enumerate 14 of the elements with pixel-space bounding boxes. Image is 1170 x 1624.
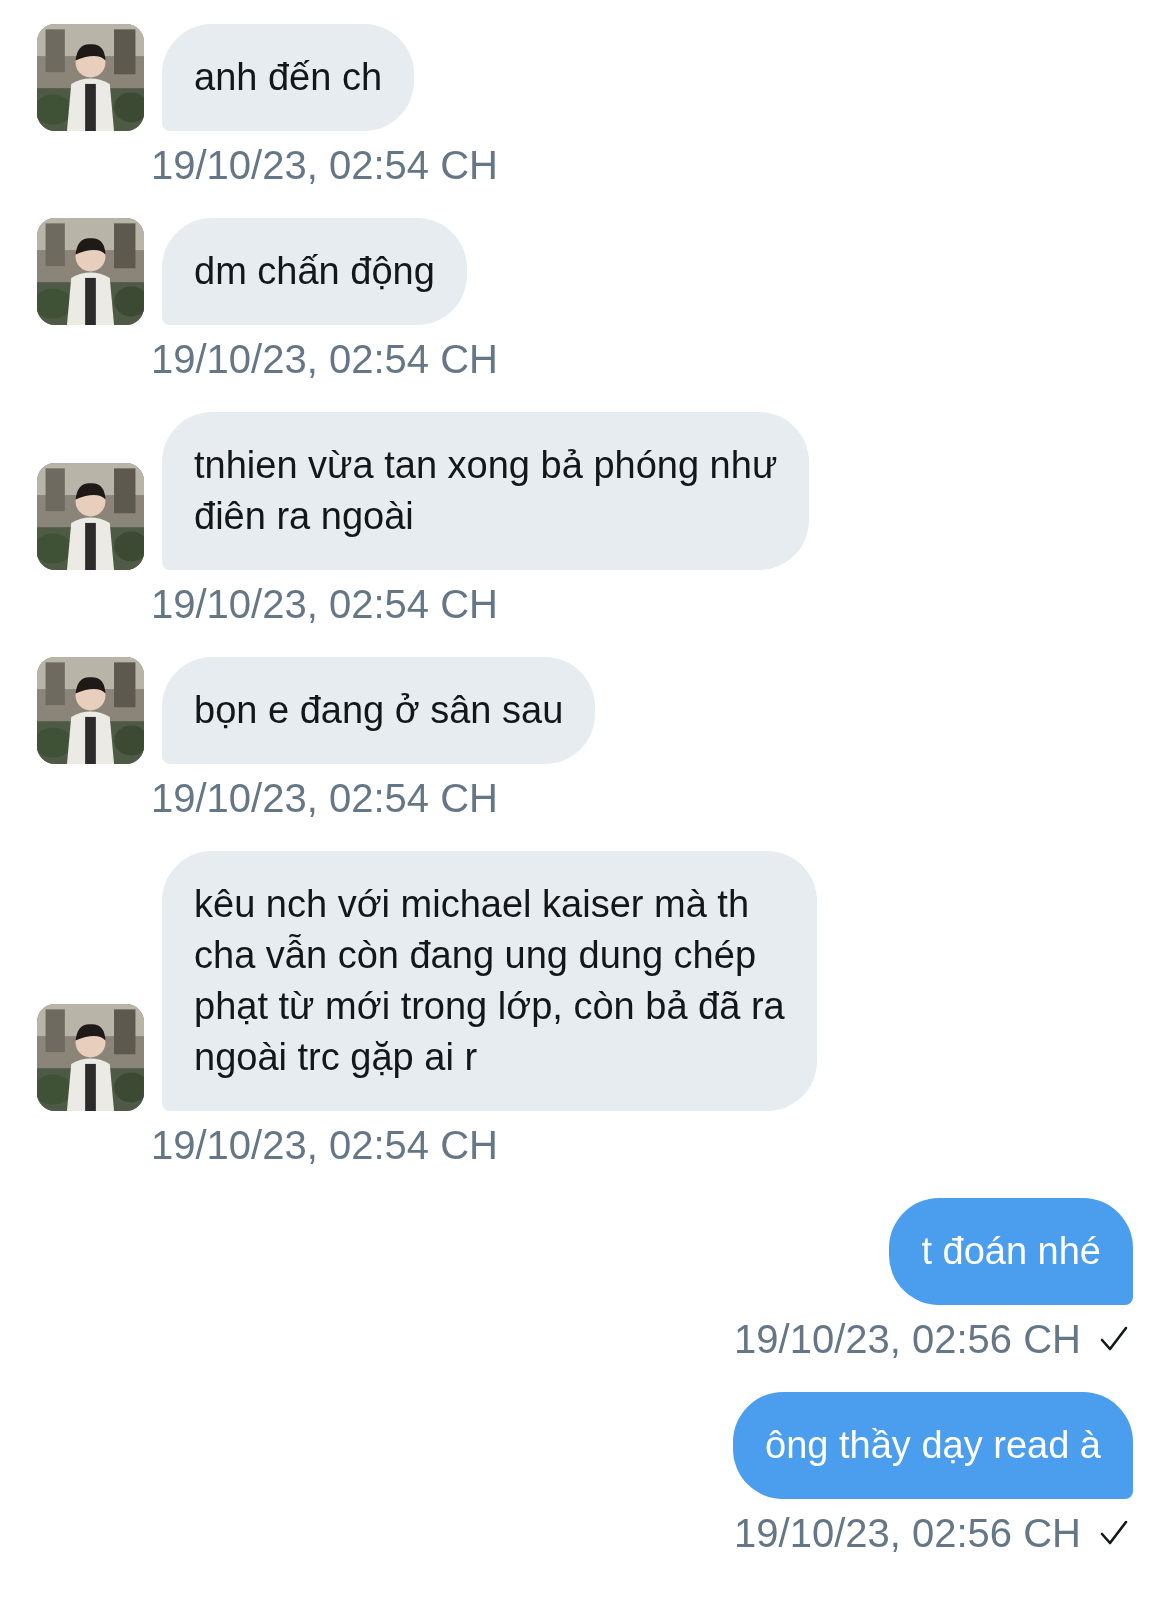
received-message-bubble: dm chấn động [162, 218, 467, 325]
timestamp: 19/10/23, 02:54 CH [151, 1122, 498, 1168]
timestamp: 19/10/23, 02:56 CH [734, 1510, 1081, 1556]
timestamp: 19/10/23, 02:56 CH [734, 1316, 1081, 1362]
timestamp: 19/10/23, 02:54 CH [151, 336, 498, 382]
received-message-bubble: bọn e đang ở sân sau [162, 657, 596, 764]
timestamp: 19/10/23, 02:54 CH [151, 775, 498, 821]
received-message-bubble: tnhien vừa tan xong bả phóng như điên ra ngoài [162, 412, 810, 570]
sent-message-bubble: ông thầy dạy read à [733, 1392, 1133, 1499]
received-message-bubble: kêu nch với michael kaiser mà th cha vẫn còn đang ung dung chép phạt từ mới trong lớp, còn bả đã ra ngoài trc gặp ai r [162, 851, 817, 1111]
received-message-bubble: anh đến ch [162, 24, 415, 131]
sent-message-bubble: t đoán nhé [889, 1198, 1133, 1305]
timestamp: 19/10/23, 02:54 CH [151, 142, 498, 188]
timestamp: 19/10/23, 02:54 CH [151, 581, 498, 627]
